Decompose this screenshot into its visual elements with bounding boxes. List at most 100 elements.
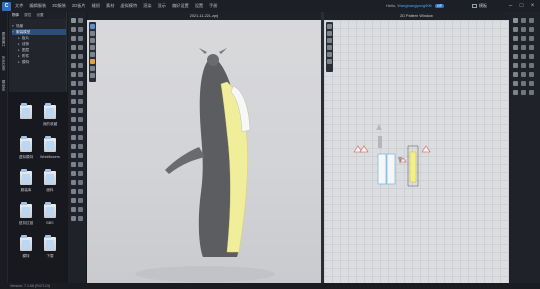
library-folder-avatars[interactable]: 虚拟模特 <box>14 136 38 160</box>
template-button[interactable]: 模板 <box>472 3 487 9</box>
move-tool-icon[interactable] <box>78 18 83 23</box>
multi-sewing-icon[interactable] <box>529 45 534 50</box>
transform-icon[interactable] <box>521 18 526 23</box>
library-folder-fabrics[interactable]: 面料 <box>38 169 62 193</box>
skin-tool-icon[interactable] <box>78 207 83 212</box>
morph-tool-icon[interactable] <box>71 207 76 212</box>
close-button[interactable]: × <box>528 2 537 10</box>
strengthen-tool-icon[interactable] <box>71 135 76 140</box>
transform-graphic-icon[interactable] <box>529 63 534 68</box>
freeze-tool-icon[interactable] <box>71 99 76 104</box>
trim-tool-icon[interactable] <box>71 144 76 149</box>
library-folder-buttons-zippers[interactable]: 纽扣拉链 <box>14 202 38 226</box>
maximize-button[interactable]: □ <box>517 2 526 10</box>
menu-manual[interactable]: 手册 <box>209 3 217 9</box>
dart-tool-icon[interactable] <box>78 171 83 176</box>
tab-settings[interactable]: 设置 <box>36 13 43 18</box>
button-icon[interactable] <box>513 72 518 77</box>
fold-tool-icon[interactable] <box>78 27 83 32</box>
extra2-tool-icon[interactable] <box>78 216 83 221</box>
seam-taping-icon[interactable] <box>529 81 534 86</box>
tack-icon[interactable] <box>529 54 534 59</box>
menu-materials[interactable]: 素材 <box>106 3 114 9</box>
rail-tab-library[interactable]: 图库窗口 <box>1 32 7 46</box>
library-folder-downloads[interactable]: 下载 <box>38 235 62 259</box>
symmetry-tool-icon[interactable] <box>71 126 76 131</box>
app-logo[interactable]: C <box>2 1 11 11</box>
hide-tool-icon[interactable] <box>78 99 83 104</box>
menu-avatar[interactable]: 虚拟模特 <box>120 3 137 9</box>
menu-preferences[interactable]: 偏好设置 <box>172 3 189 9</box>
pin-tool-icon[interactable] <box>71 27 76 32</box>
pleat-tool-icon[interactable] <box>71 153 76 158</box>
grading-icon[interactable] <box>529 90 534 95</box>
measure-tool-icon[interactable] <box>71 45 76 50</box>
shrink-tool-icon[interactable] <box>78 108 83 113</box>
circle-icon[interactable] <box>529 27 534 32</box>
menu-edit-garment[interactable]: 编辑服装 <box>29 3 46 9</box>
internal-circle-icon[interactable] <box>529 36 534 41</box>
layer-tool-icon[interactable] <box>71 108 76 113</box>
buttonhole-icon[interactable] <box>521 72 526 77</box>
edit-sewing-icon[interactable] <box>513 54 518 59</box>
minimize-button[interactable]: – <box>506 2 515 10</box>
tab-properties[interactable]: 属性 <box>24 13 31 18</box>
rail-tab-history[interactable]: 历史记录 <box>1 56 7 70</box>
elastic-tool-icon[interactable] <box>78 153 83 158</box>
check-sewing-icon[interactable] <box>521 54 526 59</box>
menu-settings[interactable]: 设置 <box>195 3 203 9</box>
free-sewing-icon[interactable] <box>521 45 526 50</box>
menu-3d-garment[interactable]: 3D服装 <box>52 3 66 9</box>
avatar-tool-icon[interactable] <box>71 81 76 86</box>
extra-tool-icon[interactable] <box>71 216 76 221</box>
edit-pattern-icon[interactable] <box>513 18 518 23</box>
topstitch-tool-icon[interactable] <box>71 72 76 77</box>
3d-garment-window[interactable]: 2021-11-22L.zprj <box>87 12 321 287</box>
library-folder-models[interactable]: 模特 <box>14 235 38 259</box>
menu-render[interactable]: 渲染 <box>143 3 151 9</box>
annotation-icon[interactable] <box>513 90 518 95</box>
select-tool-icon[interactable] <box>71 18 76 23</box>
notch-tool-icon[interactable] <box>71 180 76 185</box>
puckering-icon[interactable] <box>521 81 526 86</box>
library-folder-bbs[interactable]: BBS <box>38 202 62 225</box>
sync-tool-icon[interactable] <box>78 117 83 122</box>
rail-tab-modules[interactable]: 模块库 <box>1 80 7 91</box>
menu-display[interactable]: 显示 <box>158 3 166 9</box>
polygon-icon[interactable] <box>513 27 518 32</box>
user-name[interactable]: Wangbangyang996 <box>397 3 432 8</box>
library-folder[interactable] <box>14 103 38 122</box>
library-folder-garments[interactable]: 服装库 <box>14 169 38 193</box>
flatten-tool-icon[interactable] <box>78 135 83 140</box>
grade-tool-icon[interactable] <box>78 180 83 185</box>
edit-point-icon[interactable] <box>529 18 534 23</box>
line-tool-icon[interactable] <box>71 162 76 167</box>
ruler-tool-icon[interactable] <box>78 45 83 50</box>
measure-icon[interactable] <box>521 90 526 95</box>
menu-2d-pattern[interactable]: 2D板片 <box>72 3 86 9</box>
user-area[interactable]: Hello, Wangbangyang996 VIP <box>386 3 444 8</box>
tree-item-avatar[interactable]: ▸ 模特 <box>12 59 66 65</box>
rectangle-icon[interactable] <box>521 27 526 32</box>
zipper-icon[interactable] <box>529 72 534 77</box>
fit-tool-icon[interactable] <box>71 117 76 122</box>
button-tool-icon[interactable] <box>71 63 76 68</box>
internal-rect-icon[interactable] <box>521 36 526 41</box>
puckering-tool-icon[interactable] <box>78 144 83 149</box>
menu-sewing[interactable]: 缝纫 <box>92 3 100 9</box>
2d-pattern-window[interactable]: 2D Pattern Window <box>324 12 509 287</box>
brush-tool-icon[interactable] <box>71 36 76 41</box>
arrange-tool-icon[interactable] <box>71 90 76 95</box>
capture-tool-icon[interactable] <box>71 189 76 194</box>
camera-tool-icon[interactable] <box>78 198 83 203</box>
clone-tool-icon[interactable] <box>78 126 83 131</box>
texture-tool-icon[interactable] <box>71 54 76 59</box>
menu-file[interactable]: 文件 <box>15 3 23 9</box>
zipper-tool-icon[interactable] <box>78 63 83 68</box>
graphic-icon[interactable] <box>521 63 526 68</box>
segment-sewing-icon[interactable] <box>513 45 518 50</box>
tape-tool-icon[interactable] <box>78 36 83 41</box>
point-tool-icon[interactable] <box>78 90 83 95</box>
internal-polygon-icon[interactable] <box>513 36 518 41</box>
edit-texture-icon[interactable] <box>513 63 518 68</box>
